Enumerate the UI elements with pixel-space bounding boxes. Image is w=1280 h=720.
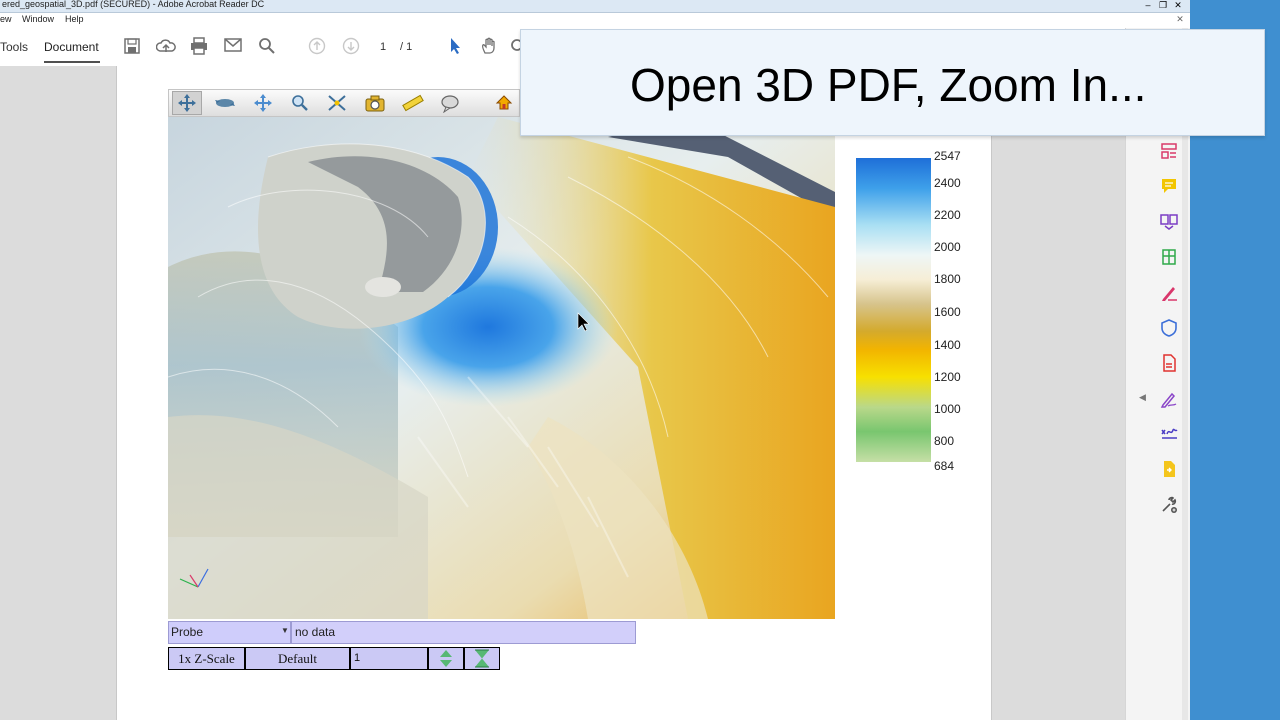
menu-bar — [0, 13, 1190, 27]
zscale-spinner-button[interactable] — [428, 647, 464, 670]
total-pages: 1 — [406, 41, 413, 53]
legend-label: 1200 — [934, 370, 961, 384]
maximize-button[interactable]: ❐ — [1156, 0, 1170, 11]
collapse-pane-icon[interactable]: ◀ — [1139, 392, 1146, 403]
walk-icon[interactable] — [324, 93, 350, 113]
legend-label: 2200 — [934, 208, 961, 222]
select-cursor-icon[interactable] — [444, 37, 466, 57]
elevation-color-scale — [856, 158, 931, 462]
legend-label: 1400 — [934, 338, 961, 352]
email-icon[interactable] — [222, 37, 244, 57]
upload-icon[interactable] — [155, 37, 177, 57]
create-pdf-icon[interactable] — [1158, 354, 1180, 376]
default-button[interactable]: Default — [245, 647, 350, 670]
fill-sign-icon[interactable] — [1158, 284, 1180, 306]
zoom-icon[interactable] — [508, 37, 520, 57]
spin-icon[interactable] — [212, 93, 238, 113]
comment-tool-icon[interactable] — [1158, 177, 1180, 199]
probe-mode-value: Probe — [171, 625, 204, 639]
send-review-icon[interactable] — [1158, 460, 1180, 482]
legend-label: 684 — [934, 459, 955, 473]
export-pdf-icon[interactable] — [1158, 248, 1180, 270]
legend-label: 800 — [934, 434, 955, 448]
save-icon[interactable] — [121, 37, 143, 57]
probe-output-field — [291, 621, 636, 644]
spinner-arrows-icon — [440, 650, 452, 667]
legend-label: 1800 — [934, 272, 961, 286]
terrain-model — [168, 117, 835, 619]
page-down-icon[interactable] — [340, 37, 362, 57]
tab-tools[interactable]: Tools — [0, 40, 28, 54]
search-icon[interactable] — [256, 37, 278, 57]
menu-help[interactable]: Help — [65, 14, 84, 24]
protect-icon[interactable] — [1158, 319, 1180, 341]
minimize-button[interactable]: – — [1141, 0, 1155, 11]
legend-label: 1600 — [934, 305, 961, 319]
comment-icon[interactable] — [437, 93, 463, 114]
menu-view[interactable]: ew — [0, 14, 12, 24]
menu-window[interactable]: Window — [22, 14, 54, 24]
page-up-icon[interactable] — [306, 37, 328, 57]
hand-tool-icon[interactable] — [478, 37, 500, 57]
close-document-button[interactable]: ✕ — [1173, 14, 1187, 25]
more-tools-icon[interactable] — [1158, 496, 1180, 518]
close-button[interactable]: ✕ — [1171, 0, 1185, 11]
zscale-input[interactable]: 1 — [350, 647, 428, 670]
tab-document[interactable]: Document — [44, 40, 99, 54]
rotate-icon[interactable] — [174, 93, 200, 113]
zoom-3d-icon[interactable] — [287, 93, 313, 113]
page-separator-slash: / — [400, 41, 404, 53]
combine-files-icon[interactable] — [1158, 212, 1180, 234]
zscale-button[interactable]: 1x Z-Scale — [168, 647, 245, 670]
page-separator: / 1 — [400, 41, 412, 53]
caption-text: Open 3D PDF, Zoom In... — [630, 59, 1147, 111]
sign-icon[interactable] — [1158, 424, 1180, 446]
edit-pdf-icon[interactable] — [1158, 390, 1180, 412]
reset-button[interactable] — [464, 647, 500, 670]
measure-icon[interactable] — [400, 93, 426, 113]
print-icon[interactable] — [188, 37, 210, 57]
organize-pages-icon[interactable] — [1158, 142, 1180, 164]
legend-label: 2000 — [934, 240, 961, 254]
pan-icon[interactable] — [250, 93, 276, 113]
legend-label: 2400 — [934, 176, 961, 190]
legend-label: 1000 — [934, 402, 961, 416]
home-icon[interactable] — [491, 93, 517, 113]
current-page-field[interactable]: 1 — [380, 41, 386, 53]
legend-label: 2547 — [934, 149, 961, 163]
hourglass-icon — [475, 649, 489, 668]
chevron-down-icon[interactable]: ▼ — [281, 626, 289, 635]
probe-output-value: no data — [295, 625, 336, 639]
window-title: ered_geospatial_3D.pdf (SECURED) - Adobe… — [2, 0, 265, 9]
camera-icon[interactable] — [362, 93, 388, 113]
3d-view[interactable] — [168, 117, 835, 619]
active-tab-indicator — [44, 61, 100, 63]
